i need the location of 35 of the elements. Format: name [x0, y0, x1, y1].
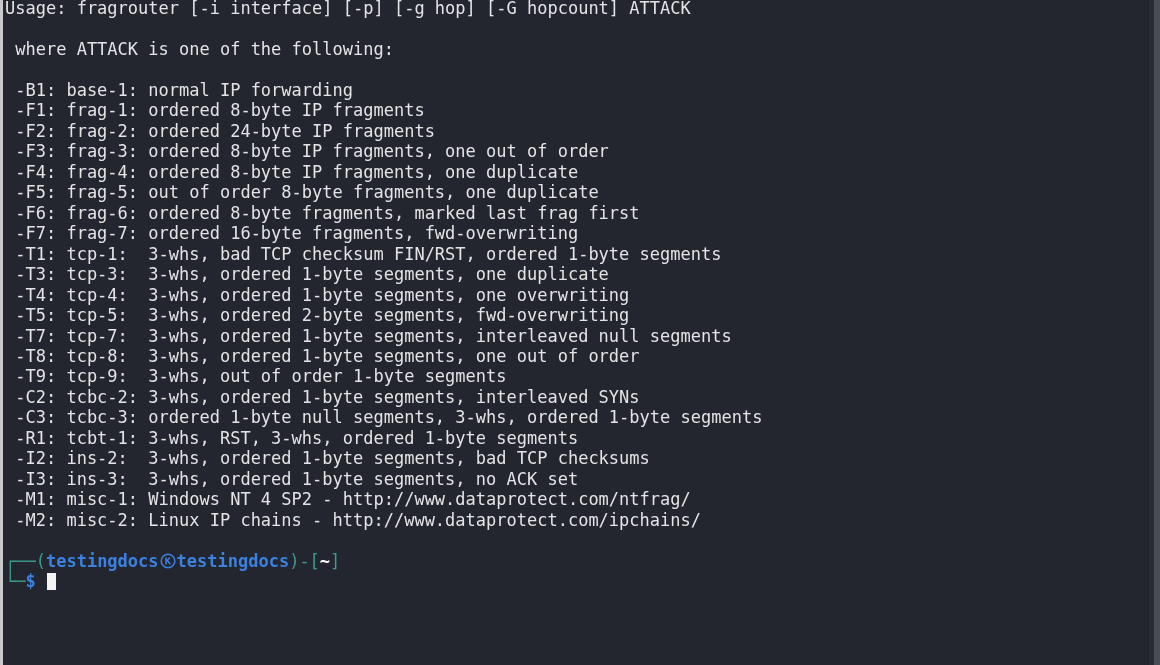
output-line: -M2: misc-2: Linux IP chains - http://www.dataprotect.com/ipchains/ [14, 509, 702, 531]
output-line: -M1: misc-1: Windows NT 4 SP2 - http://www.dataprotect.com/ntfrag/ [14, 489, 692, 510]
output-line: -F5: frag-5: out of order 8-byte fragments, one duplicate [14, 182, 600, 203]
prompt-corner: └─ [5, 571, 26, 592]
prompt-user: testingdocs [45, 550, 159, 572]
output-line: -F7: frag-7: ordered 16-byte fragments, fwd-overwriting [14, 223, 580, 244]
output-line: -F4: frag-4: ordered 8-byte IP fragments, one duplicate [14, 161, 580, 183]
output-line: -T5: tcp-5: 3-whs, ordered 2-byte segments, fwd-overwriting [14, 305, 631, 326]
prompt-symbol: $ [25, 571, 36, 592]
scrollbar[interactable] [1154, 0, 1160, 665]
prompt-bracket: )-[ [289, 550, 320, 572]
prompt-directory: ~ [319, 550, 331, 572]
output-line: -T1: tcp-1: 3-whs, bad TCP checksum FIN/RST, ordered 1-byte segments [14, 243, 723, 265]
output-line: -T7: tcp-7: 3-whs, ordered 1-byte segments, interleaved null segments [14, 325, 733, 346]
output-line: -F6: frag-6: ordered 8-byte fragments, marked last frag first [14, 202, 641, 224]
output-line: -R1: tcbt-1: 3-whs, RST, 3-whs, ordered 1-byte segments [14, 427, 580, 449]
output-line: -T3: tcp-3: 3-whs, ordered 1-byte segments, one duplicate [14, 264, 610, 285]
prompt-bracket: ┌──( [5, 550, 46, 572]
output-line: -T8: tcp-8: 3-whs, ordered 1-byte segments, one out of order [14, 345, 641, 367]
output-line: where ATTACK is one of the following: [14, 38, 395, 60]
output-line: -F2: frag-2: ordered 24-byte IP fragments [14, 120, 436, 142]
output-line: -C2: tcbc-2: 3-whs, ordered 1-byte segments, interleaved SYNs [14, 386, 641, 408]
prompt-bracket: ] [330, 550, 341, 572]
prompt-host: testingdocs [176, 550, 290, 572]
output-line: -F1: frag-1: ordered 8-byte IP fragments [14, 100, 426, 121]
output-line: -I2: ins-2: 3-whs, ordered 1-byte segments, bad TCP checksums [14, 448, 651, 469]
output-line: -B1: base-1: normal IP forwarding [14, 79, 354, 101]
circled-symbol-icon [159, 552, 176, 569]
output-line: -C3: tcbc-3: ordered 1-byte null segments, 3-whs, ordered 1-byte segments [14, 407, 764, 428]
output-line: Usage: fragrouter [-i interface] [-p] [-g hop] [-G hopcount] ATTACK [5, 0, 692, 19]
output-line: -I3: ins-3: 3-whs, ordered 1-byte segments, no ACK set [14, 468, 580, 490]
output-line: -T4: tcp-4: 3-whs, ordered 1-byte segments, one overwriting [14, 284, 631, 306]
output-line: -T9: tcp-9: 3-whs, out of order 1-byte segments [14, 366, 508, 387]
output-line: -F3: frag-3: ordered 8-byte IP fragments, one out of order [14, 141, 610, 162]
text-cursor [46, 572, 56, 590]
